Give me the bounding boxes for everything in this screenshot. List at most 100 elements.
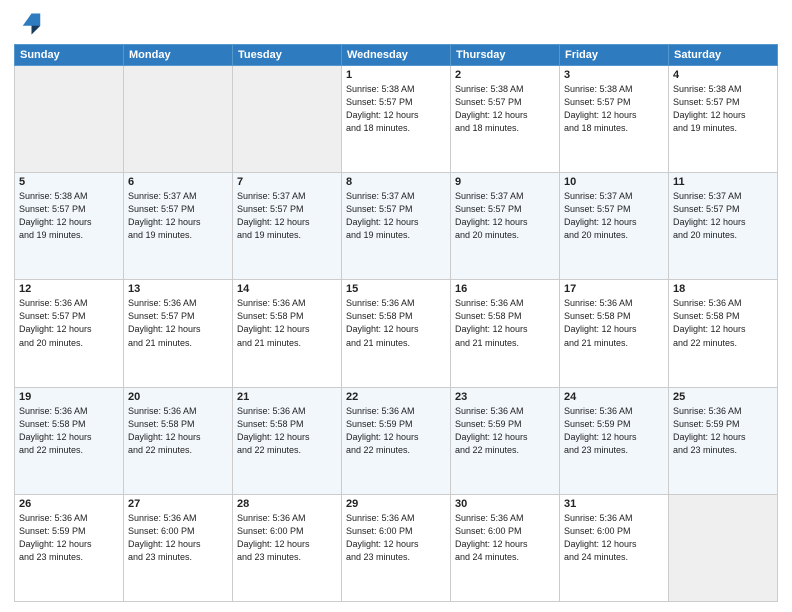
calendar-header-row: SundayMondayTuesdayWednesdayThursdayFrid… [15,45,778,66]
calendar-week-row: 19 Sunrise: 5:36 AMSunset: 5:58 PMDayligh… [15,387,778,494]
calendar-day-cell: 29 Sunrise: 5:36 AMSunset: 6:00 PMDayligh… [342,494,451,601]
day-number: 20 [128,391,228,403]
day-info: Sunrise: 5:38 AMSunset: 5:57 PMDaylight:… [455,83,555,135]
day-number: 18 [673,283,773,295]
header [14,10,778,38]
day-info: Sunrise: 5:38 AMSunset: 5:57 PMDaylight:… [564,83,664,135]
day-info: Sunrise: 5:36 AMSunset: 5:59 PMDaylight:… [455,405,555,457]
day-number: 1 [346,69,446,81]
day-info: Sunrise: 5:37 AMSunset: 5:57 PMDaylight:… [455,190,555,242]
calendar-day-header: Wednesday [342,45,451,66]
day-info: Sunrise: 5:38 AMSunset: 5:57 PMDaylight:… [19,190,119,242]
calendar-day-header: Sunday [15,45,124,66]
day-info: Sunrise: 5:36 AMSunset: 5:58 PMDaylight:… [673,297,773,349]
calendar-week-row: 26 Sunrise: 5:36 AMSunset: 5:59 PMDayligh… [15,494,778,601]
day-info: Sunrise: 5:36 AMSunset: 5:59 PMDaylight:… [346,405,446,457]
day-number: 4 [673,69,773,81]
day-info: Sunrise: 5:36 AMSunset: 5:59 PMDaylight:… [564,405,664,457]
day-info: Sunrise: 5:36 AMSunset: 5:58 PMDaylight:… [237,297,337,349]
calendar-day-cell: 4 Sunrise: 5:38 AMSunset: 5:57 PMDaylight… [669,66,778,173]
day-number: 3 [564,69,664,81]
day-number: 8 [346,176,446,188]
calendar-day-cell: 7Sunrise: 5:37 AMSunset: 5:57 PMDaylight… [233,173,342,280]
day-number: 31 [564,498,664,510]
day-number: 19 [19,391,119,403]
calendar-day-cell: 23Sunrise: 5:36 AMSunset: 5:59 PMDayligh… [451,387,560,494]
calendar-day-cell: 18 Sunrise: 5:36 AMSunset: 5:58 PMDayligh… [669,280,778,387]
day-number: 17 [564,283,664,295]
calendar-day-cell: 17 Sunrise: 5:36 AMSunset: 5:58 PMDayligh… [560,280,669,387]
day-info: Sunrise: 5:36 AMSunset: 6:00 PMDaylight:… [564,512,664,564]
day-info: Sunrise: 5:36 AMSunset: 6:00 PMDaylight:… [455,512,555,564]
calendar-day-cell: 1 Sunrise: 5:38 AMSunset: 5:57 PMDaylight… [342,66,451,173]
calendar-day-cell: 3 Sunrise: 5:38 AMSunset: 5:57 PMDaylight… [560,66,669,173]
calendar-day-cell [15,66,124,173]
page: SundayMondayTuesdayWednesdayThursdayFrid… [0,0,792,612]
day-number: 12 [19,283,119,295]
calendar-day-header: Friday [560,45,669,66]
day-number: 27 [128,498,228,510]
calendar-day-cell [669,494,778,601]
day-number: 6 [128,176,228,188]
calendar-day-cell: 13Sunrise: 5:36 AMSunset: 5:57 PMDayligh… [124,280,233,387]
calendar-day-cell [233,66,342,173]
day-number: 28 [237,498,337,510]
calendar-day-cell: 20 Sunrise: 5:36 AMSunset: 5:58 PMDayligh… [124,387,233,494]
calendar-day-header: Thursday [451,45,560,66]
logo [14,10,46,38]
day-info: Sunrise: 5:38 AMSunset: 5:57 PMDaylight:… [346,83,446,135]
day-info: Sunrise: 5:37 AMSunset: 5:57 PMDaylight:… [673,190,773,242]
day-info: Sunrise: 5:38 AMSunset: 5:57 PMDaylight:… [673,83,773,135]
day-info: Sunrise: 5:36 AMSunset: 5:58 PMDaylight:… [237,405,337,457]
day-number: 24 [564,391,664,403]
day-info: Sunrise: 5:36 AMSunset: 5:59 PMDaylight:… [19,512,119,564]
calendar-day-cell: 22Sunrise: 5:36 AMSunset: 5:59 PMDayligh… [342,387,451,494]
calendar-day-cell: 11 Sunrise: 5:37 AMSunset: 5:57 PMDayligh… [669,173,778,280]
day-number: 16 [455,283,555,295]
day-number: 10 [564,176,664,188]
day-number: 2 [455,69,555,81]
day-number: 9 [455,176,555,188]
day-number: 11 [673,176,773,188]
calendar-day-cell: 16 Sunrise: 5:36 AMSunset: 5:58 PMDayligh… [451,280,560,387]
day-info: Sunrise: 5:36 AMSunset: 5:58 PMDaylight:… [564,297,664,349]
calendar-day-cell: 8 Sunrise: 5:37 AMSunset: 5:57 PMDaylight… [342,173,451,280]
calendar-day-cell: 31 Sunrise: 5:36 AMSunset: 6:00 PMDayligh… [560,494,669,601]
calendar-day-cell: 14Sunrise: 5:36 AMSunset: 5:58 PMDayligh… [233,280,342,387]
day-info: Sunrise: 5:36 AMSunset: 5:58 PMDaylight:… [455,297,555,349]
calendar-day-cell: 10Sunrise: 5:37 AMSunset: 5:57 PMDayligh… [560,173,669,280]
calendar-day-cell: 2 Sunrise: 5:38 AMSunset: 5:57 PMDaylight… [451,66,560,173]
day-info: Sunrise: 5:36 AMSunset: 5:59 PMDaylight:… [673,405,773,457]
day-info: Sunrise: 5:37 AMSunset: 5:57 PMDaylight:… [128,190,228,242]
calendar-day-cell: 25Sunrise: 5:36 AMSunset: 5:59 PMDayligh… [669,387,778,494]
day-info: Sunrise: 5:36 AMSunset: 5:57 PMDaylight:… [19,297,119,349]
day-info: Sunrise: 5:36 AMSunset: 6:00 PMDaylight:… [346,512,446,564]
day-info: Sunrise: 5:36 AMSunset: 5:58 PMDaylight:… [128,405,228,457]
day-info: Sunrise: 5:36 AMSunset: 5:58 PMDaylight:… [346,297,446,349]
day-info: Sunrise: 5:36 AMSunset: 6:00 PMDaylight:… [128,512,228,564]
calendar-day-cell [124,66,233,173]
calendar-week-row: 5 Sunrise: 5:38 AMSunset: 5:57 PMDaylight… [15,173,778,280]
day-info: Sunrise: 5:36 AMSunset: 5:57 PMDaylight:… [128,297,228,349]
day-info: Sunrise: 5:37 AMSunset: 5:57 PMDaylight:… [237,190,337,242]
calendar-day-cell: 26 Sunrise: 5:36 AMSunset: 5:59 PMDayligh… [15,494,124,601]
calendar-day-header: Saturday [669,45,778,66]
day-number: 15 [346,283,446,295]
day-number: 5 [19,176,119,188]
calendar-week-row: 12 Sunrise: 5:36 AMSunset: 5:57 PMDayligh… [15,280,778,387]
day-info: Sunrise: 5:37 AMSunset: 5:57 PMDaylight:… [346,190,446,242]
calendar-table: SundayMondayTuesdayWednesdayThursdayFrid… [14,44,778,602]
calendar-day-header: Monday [124,45,233,66]
calendar-day-cell: 9 Sunrise: 5:37 AMSunset: 5:57 PMDaylight… [451,173,560,280]
day-number: 30 [455,498,555,510]
calendar-day-cell: 5 Sunrise: 5:38 AMSunset: 5:57 PMDaylight… [15,173,124,280]
calendar-day-cell: 28Sunrise: 5:36 AMSunset: 6:00 PMDayligh… [233,494,342,601]
day-number: 26 [19,498,119,510]
day-info: Sunrise: 5:36 AMSunset: 5:58 PMDaylight:… [19,405,119,457]
calendar-week-row: 1 Sunrise: 5:38 AMSunset: 5:57 PMDaylight… [15,66,778,173]
calendar-day-cell: 15 Sunrise: 5:36 AMSunset: 5:58 PMDayligh… [342,280,451,387]
calendar-day-cell: 12 Sunrise: 5:36 AMSunset: 5:57 PMDayligh… [15,280,124,387]
calendar-day-cell: 21Sunrise: 5:36 AMSunset: 5:58 PMDayligh… [233,387,342,494]
day-number: 29 [346,498,446,510]
calendar-day-cell: 30 Sunrise: 5:36 AMSunset: 6:00 PMDayligh… [451,494,560,601]
